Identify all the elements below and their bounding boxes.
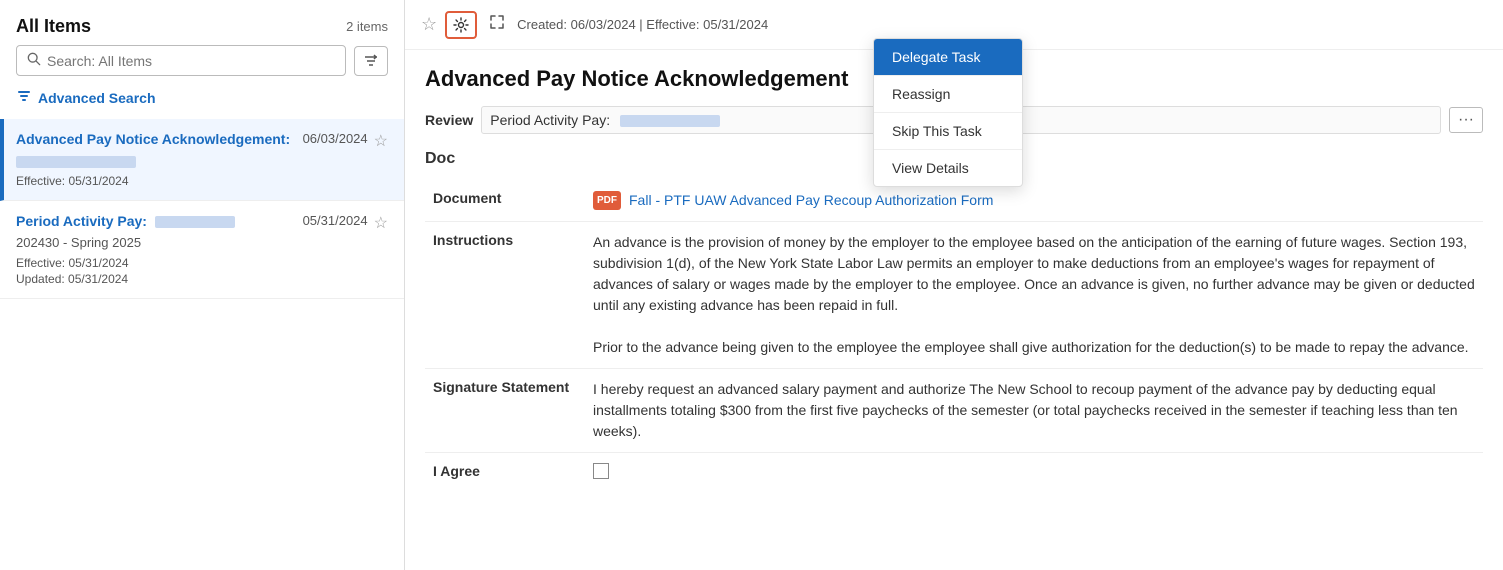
search-box[interactable]	[16, 45, 346, 76]
list-item-effective: Effective: 05/31/2024	[16, 256, 388, 270]
field-label: Signature Statement	[425, 369, 585, 453]
redacted-content	[155, 216, 235, 228]
list-item[interactable]: Period Activity Pay: 05/31/2024 ☆ 202430…	[0, 201, 404, 299]
advanced-search-link[interactable]: Advanced Search	[38, 90, 156, 106]
filter-icon	[16, 88, 32, 107]
search-row	[0, 45, 404, 84]
dropdown-item-view-details[interactable]: View Details	[874, 150, 1022, 186]
redacted-content	[16, 156, 136, 168]
toolbar-meta: Created: 06/03/2024 | Effective: 05/31/2…	[517, 17, 768, 32]
field-value: I hereby request an advanced salary paym…	[585, 369, 1483, 453]
list-item-subtitle	[16, 153, 388, 168]
redacted-content	[620, 115, 720, 127]
expand-button[interactable]	[485, 10, 509, 39]
doc-table: Document PDF Fall - PTF UAW Advanced Pay…	[425, 180, 1483, 495]
list-item-header: Period Activity Pay: 05/31/2024 ☆	[16, 213, 388, 233]
dropdown-item-skip-task[interactable]: Skip This Task	[874, 113, 1022, 149]
left-panel: All Items 2 items	[0, 0, 405, 570]
list-item-updated: Updated: 05/31/2024	[16, 272, 388, 286]
list-item-date: 05/31/2024	[303, 213, 368, 228]
pdf-badge: PDF	[593, 191, 621, 210]
list-item[interactable]: Advanced Pay Notice Acknowledgement: 06/…	[0, 119, 404, 201]
table-row: Instructions An advance is the provision…	[425, 222, 1483, 369]
advanced-search-row: Advanced Search	[0, 84, 404, 119]
sort-button[interactable]	[354, 46, 388, 76]
right-panel: ☆ Created: 06/03/2024 | Effective: 05/31…	[405, 0, 1503, 570]
sort-icon	[363, 53, 379, 69]
i-agree-checkbox[interactable]	[593, 463, 609, 479]
field-value: An advance is the provision of money by …	[585, 222, 1483, 369]
dropdown-item-reassign[interactable]: Reassign	[874, 76, 1022, 112]
dropdown-menu: Delegate Task Reassign Skip This Task Vi…	[873, 38, 1023, 187]
star-icon[interactable]: ☆	[374, 213, 388, 233]
list-item-subtitle: 202430 - Spring 2025	[16, 235, 388, 250]
table-row: Signature Statement I hereby request an …	[425, 369, 1483, 453]
field-label: I Agree	[425, 453, 585, 496]
dropdown-item-delegate-task[interactable]: Delegate Task	[874, 39, 1022, 75]
expand-icon	[489, 14, 505, 30]
list-item-date: 06/03/2024	[303, 131, 368, 146]
field-label: Instructions	[425, 222, 585, 369]
list-item-title: Period Activity Pay:	[16, 213, 295, 229]
gear-icon	[453, 17, 469, 33]
list-item-effective: Effective: 05/31/2024	[16, 174, 388, 188]
list-item-header: Advanced Pay Notice Acknowledgement: 06/…	[16, 131, 388, 151]
review-label: Review	[425, 112, 473, 128]
star-icon[interactable]: ☆	[374, 131, 388, 151]
pdf-link[interactable]: PDF Fall - PTF UAW Advanced Pay Recoup A…	[593, 190, 1475, 211]
list-item-title: Advanced Pay Notice Acknowledgement:	[16, 131, 295, 147]
panel-title: All Items	[16, 16, 91, 37]
gear-button[interactable]	[445, 11, 477, 39]
search-icon	[27, 52, 41, 69]
field-label: Document	[425, 180, 585, 222]
field-value	[585, 453, 1483, 496]
three-dots-button[interactable]: ···	[1449, 107, 1483, 133]
favorite-star-icon[interactable]: ☆	[421, 14, 437, 35]
items-count: 2 items	[346, 19, 388, 34]
table-row: I Agree	[425, 453, 1483, 496]
left-header: All Items 2 items	[0, 0, 404, 45]
search-input[interactable]	[47, 53, 335, 69]
field-value: PDF Fall - PTF UAW Advanced Pay Recoup A…	[585, 180, 1483, 222]
